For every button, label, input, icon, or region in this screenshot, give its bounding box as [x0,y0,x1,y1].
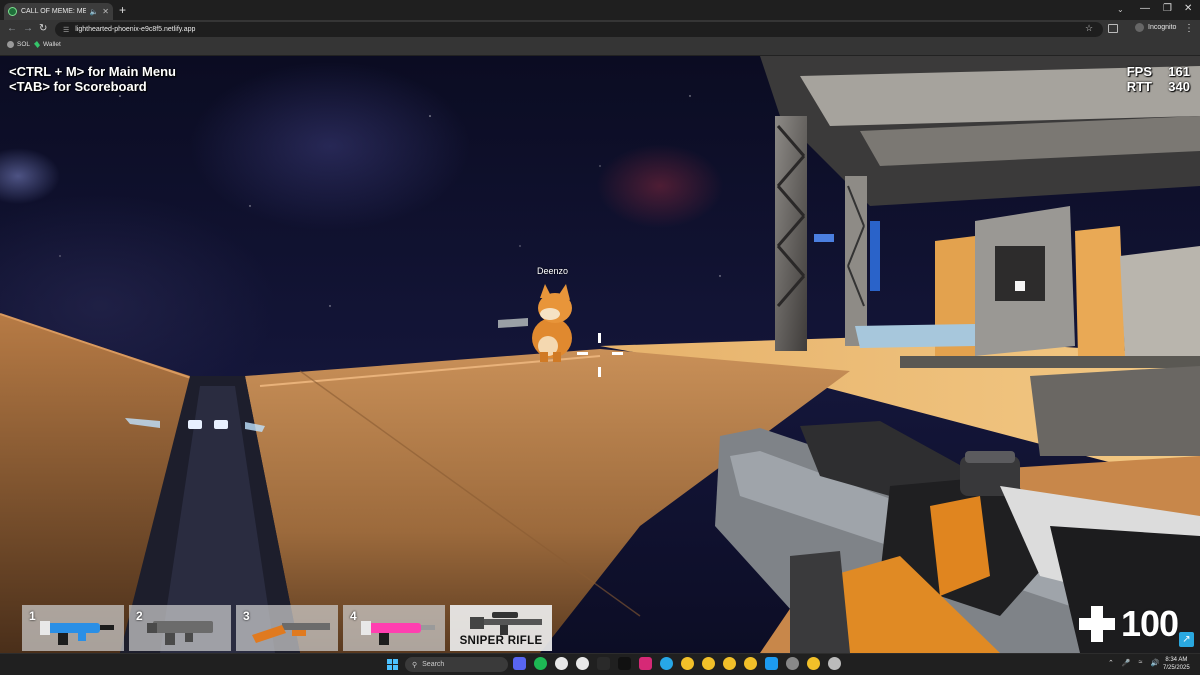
help-line-main-menu: <CTRL + M> for Main Menu [9,64,176,79]
back-arrow-icon[interactable]: ← [7,23,17,34]
bookmark-wallet[interactable]: Wallet [34,41,61,48]
bookmark-label: Wallet [43,41,61,48]
microphone-icon[interactable]: 🎤 [1122,659,1131,667]
incognito-label: Incognito [1148,24,1177,31]
rtt-value: 340 [1168,79,1190,94]
volume-icon[interactable]: 🔊 [1150,659,1159,667]
restore-icon[interactable]: ❐ [1163,3,1172,14]
chrome-icon[interactable] [744,657,757,670]
rtt-row: RTT 340 [1127,79,1190,94]
health-value: 100 [1121,603,1179,644]
fullscreen-icon[interactable]: ↗ [1179,632,1194,647]
game-favicon-icon [8,7,17,16]
browser-toolbar: ← → ↻ ☰ lighthearted-phoenix-e9c8f5.netl… [0,20,1200,39]
tab-search-icon[interactable]: ⌄ [1117,5,1124,14]
bookmark-star-icon[interactable]: ☆ [1085,23,1093,34]
slot-number: 2 [136,609,143,623]
forward-arrow-icon[interactable]: → [23,23,33,34]
address-bar[interactable]: ☰ lighthearted-phoenix-e9c8f5.netlify.ap… [55,22,1103,37]
browser-tab[interactable]: CALL OF MEME: MEME OPS 🔈 ✕ [4,3,113,20]
weapon-slot-2[interactable]: 2 [129,605,231,651]
globe-icon [7,41,14,48]
windows-taskbar: ⚲ Search ⌃ 🎤 ≈ 🔊 8:34 AM 7/25/2025 [0,653,1200,675]
rtt-label: RTT [1126,79,1152,94]
close-tab-icon[interactable]: ✕ [102,7,109,16]
gray-assault-rifle-icon [147,621,213,645]
weapon-hotbar: 1 2 3 4 SNIPER RIFLE [22,605,552,651]
reload-icon[interactable]: ↻ [39,23,47,34]
taskbar-apps [513,657,841,670]
network-stats: FPS 161 RTT 340 [1127,64,1190,94]
browser-menu-icon[interactable]: ⋮ [1184,23,1194,34]
orange-shotgun-icon [252,623,330,643]
url-text: lighthearted-phoenix-e9c8f5.netlify.app [75,26,196,33]
chrome-icon[interactable] [723,657,736,670]
help-line-scoreboard: <TAB> for Scoreboard [9,79,147,94]
search-icon: ⚲ [412,661,418,669]
chrome-icon[interactable] [702,657,715,670]
slot-number: 4 [350,609,357,623]
sniper-rifle-icon [470,612,542,635]
new-tab-button[interactable]: + [119,3,126,17]
taskbar-search[interactable]: ⚲ Search [405,657,508,672]
system-tray: ⌃ 🎤 ≈ 🔊 [1108,659,1159,667]
enemy-player-name: Deenzo [537,266,569,276]
wallet-leaf-icon [34,41,40,48]
close-window-icon[interactable]: ✕ [1184,3,1192,14]
health-display: 100 [1079,603,1179,644]
clock-time: 8:34 AM [1165,657,1188,663]
windows-start-icon[interactable] [387,659,398,670]
clock-date: 7/25/2025 [1163,665,1190,671]
controls-help: <CTRL + M> for Main Menu <TAB> for Score… [9,64,176,94]
bookmark-label: SOL [17,41,31,48]
chrome-incognito-icon[interactable] [786,657,799,670]
incognito-icon [1135,23,1144,32]
chrome-icon[interactable] [681,657,694,670]
telegram-icon[interactable] [660,657,673,670]
bookmarks-bar: SOL Wallet [0,39,1200,56]
weapon-slot-sniper[interactable]: SNIPER RIFLE [450,605,552,651]
bookmark-sol[interactable]: SOL [7,41,30,48]
fps-value: 161 [1168,64,1190,79]
incognito-badge[interactable]: Incognito [1135,23,1176,32]
app-icon[interactable] [555,657,568,670]
sidebar-icon[interactable] [1108,24,1118,33]
blue-blaster-icon [40,621,114,645]
slot-number: 1 [29,609,36,623]
capcut-icon[interactable] [597,657,610,670]
active-weapon-label: SNIPER RIFLE [459,635,543,647]
stars [59,95,721,307]
twitter-icon[interactable] [765,657,778,670]
slot-number: 3 [243,609,250,623]
site-info-icon[interactable]: ☰ [63,26,69,34]
chevron-up-icon[interactable]: ⌃ [1108,659,1114,667]
settings-icon[interactable] [828,657,841,670]
pink-blaster-icon [361,621,435,645]
weapon-slot-3[interactable]: 3 [236,605,338,651]
browser-tab-strip: CALL OF MEME: MEME OPS 🔈 ✕ + ⌄ — ❐ ✕ [0,0,1200,20]
health-plus-icon [1079,606,1115,642]
doge-player-model [498,284,572,362]
game-viewport[interactable]: <CTRL + M> for Main Menu <TAB> for Score… [0,56,1200,653]
chrome-icon[interactable] [807,657,820,670]
speaker-icon: 🔈 [89,8,99,16]
chatgpt-icon[interactable] [576,657,589,670]
fps-label: FPS [1126,64,1152,79]
weapon-slot-1[interactable]: 1 [22,605,124,651]
taskbar-clock[interactable]: 8:34 AM 7/25/2025 [1163,656,1190,672]
fps-row: FPS 161 [1127,64,1190,79]
wifi-icon[interactable]: ≈ [1139,659,1143,667]
discord-icon[interactable] [513,657,526,670]
weapon-slot-4[interactable]: 4 [343,605,445,651]
tab-title: CALL OF MEME: MEME OPS [21,8,86,15]
game-scene [0,56,1200,653]
instagram-icon[interactable] [639,657,652,670]
search-placeholder: Search [422,661,445,668]
spotify-icon[interactable] [534,657,547,670]
tiktok-icon[interactable] [618,657,631,670]
minimize-icon[interactable]: — [1140,3,1150,14]
